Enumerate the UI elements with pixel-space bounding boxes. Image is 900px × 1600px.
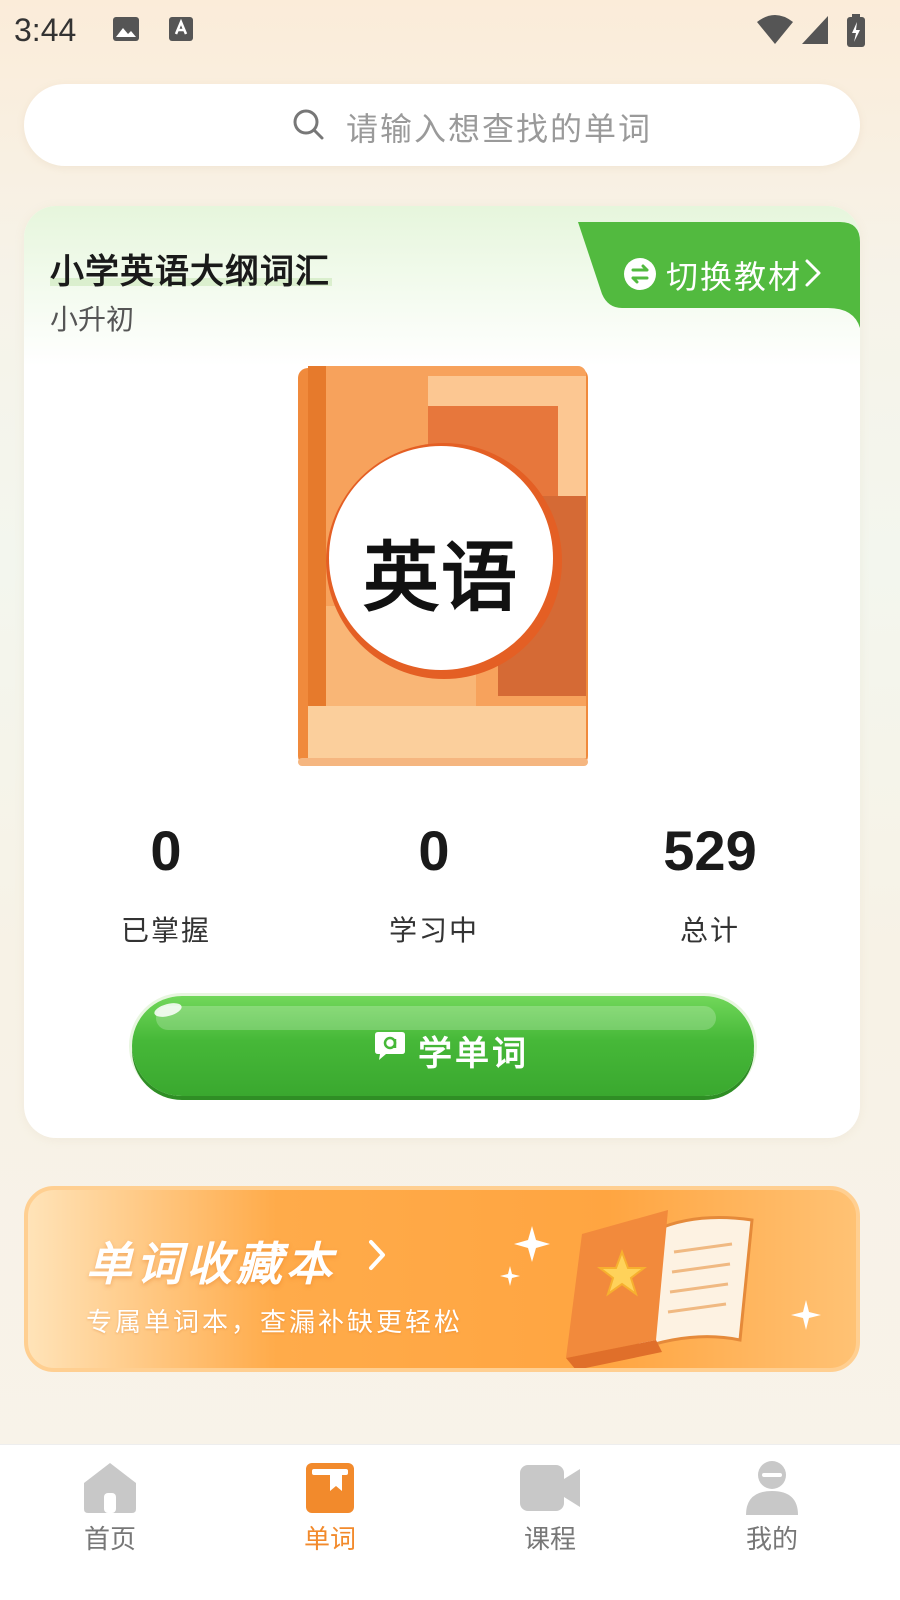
book-title: 小学英语大纲词汇 bbox=[50, 252, 330, 292]
nav-item-courses[interactable]: 课程 bbox=[490, 1459, 610, 1569]
video-camera-icon bbox=[520, 1465, 580, 1511]
image-notification-icon bbox=[112, 14, 140, 48]
nav-item-words[interactable]: 单词 bbox=[270, 1459, 390, 1569]
favorites-subtitle: 专属单词本，查漏补缺更轻松 bbox=[86, 1308, 464, 1338]
search-icon bbox=[292, 108, 326, 146]
battery-charging-icon bbox=[846, 14, 866, 52]
home-icon bbox=[84, 1463, 136, 1513]
stat-total: 529 总计 bbox=[600, 818, 820, 949]
chat-bubble-icon bbox=[374, 1030, 406, 1066]
stat-learning: 0 学习中 bbox=[324, 818, 544, 949]
learn-words-button[interactable]: 学单词 bbox=[132, 996, 754, 1096]
bottom-navigation: 首页 单词 课程 我的 bbox=[0, 1444, 900, 1600]
nav-item-profile[interactable]: 我的 bbox=[712, 1459, 832, 1569]
nav-label-words: 单词 bbox=[303, 1525, 356, 1555]
favorites-title: 单词收藏本 bbox=[86, 1237, 336, 1291]
word-book-icon bbox=[306, 1463, 354, 1513]
word-book-card: 切换教材 小学英语大纲词汇 小升初 英语 0 已掌握 0 学习中 529 总计 … bbox=[24, 206, 860, 1138]
mastered-label: 已掌握 bbox=[120, 914, 211, 947]
status-time: 3:44 bbox=[14, 12, 77, 48]
stat-value: 0 bbox=[417, 818, 451, 883]
book-cover-image: 英语 bbox=[298, 366, 588, 766]
total-count: 529 bbox=[663, 819, 757, 882]
status-bar: 3:44 bbox=[0, 0, 900, 60]
user-icon bbox=[746, 1461, 798, 1515]
search-placeholder: 请输入想查找的单词 bbox=[346, 110, 653, 148]
learn-words-label: 学单词 bbox=[418, 1034, 529, 1074]
open-book-star-icon bbox=[496, 1190, 856, 1368]
learning-count: 0 bbox=[418, 819, 450, 882]
switch-textbook-button[interactable]: 切换教材 bbox=[578, 222, 860, 328]
stat-value: 0 bbox=[149, 818, 183, 883]
nav-label-profile: 我的 bbox=[745, 1525, 798, 1555]
nav-label-courses: 课程 bbox=[523, 1525, 576, 1555]
word-favorites-banner[interactable]: 单词收藏本 专属单词本，查漏补缺更轻松 bbox=[24, 1186, 860, 1372]
total-label: 总计 bbox=[679, 914, 740, 947]
wifi-icon bbox=[756, 14, 794, 50]
search-input[interactable]: 请输入想查找的单词 bbox=[24, 84, 860, 166]
learning-label: 学习中 bbox=[388, 914, 479, 947]
switch-textbook-label: 切换教材 bbox=[666, 258, 803, 296]
book-cover-title: 英语 bbox=[363, 533, 519, 622]
nav-item-home[interactable]: 首页 bbox=[50, 1459, 170, 1569]
text-notification-icon bbox=[168, 14, 194, 48]
mastered-count: 0 bbox=[150, 819, 182, 882]
stat-value: 529 bbox=[658, 818, 762, 883]
book-subtitle: 小升初 bbox=[50, 303, 135, 336]
cellular-signal-icon bbox=[800, 14, 830, 50]
chevron-right-icon bbox=[366, 1238, 388, 1276]
switch-icon bbox=[624, 258, 656, 290]
stat-mastered: 0 已掌握 bbox=[56, 818, 276, 949]
nav-label-home: 首页 bbox=[83, 1525, 136, 1555]
